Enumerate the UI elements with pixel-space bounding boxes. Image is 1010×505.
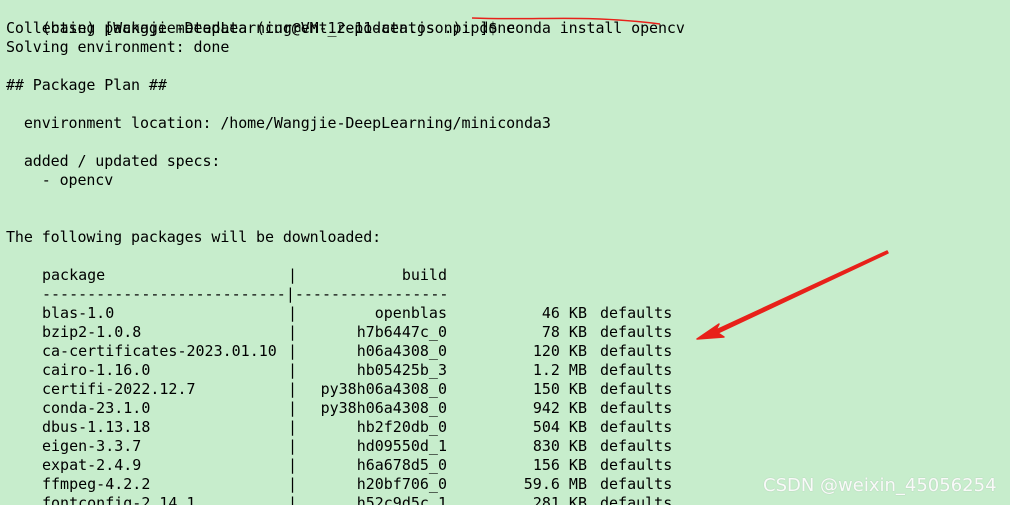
table-divider: ---------------------------|------------… [6, 285, 1006, 304]
package-name: blas-1.0 [42, 304, 115, 322]
column-separator: | [288, 304, 298, 322]
terminal-window[interactable]: (base) [Wangjie-DeepLearning@VM-12-11-ce… [6, 0, 1006, 505]
package-name: ffmpeg-4.2.2 [42, 475, 151, 493]
package-name: bzip2-1.0.8 [42, 323, 142, 341]
package-channel: defaults [600, 494, 673, 505]
package-channel: defaults [600, 323, 673, 341]
header-separator: | [288, 266, 298, 284]
package-build: hd09550d_1 [356, 437, 447, 455]
package-channel: defaults [600, 380, 673, 398]
package-name: fontconfig-2.14.1 [42, 494, 196, 505]
package-name: certifi-2022.12.7 [42, 380, 196, 398]
table-row: eigen-3.3.7 | hd09550d_1 830 KB defaults [6, 437, 1006, 456]
column-separator: | [288, 475, 298, 493]
package-name: eigen-3.3.7 [42, 437, 142, 455]
column-separator: | [288, 399, 298, 417]
table-header: package | build [6, 266, 1006, 285]
table-row: blas-1.0 | openblas 46 KB defaults [6, 304, 1006, 323]
package-size: 830 KB [532, 437, 587, 455]
output-line: added / updated specs: [6, 152, 221, 170]
package-build: h52c9d5c_1 [356, 494, 447, 505]
column-separator: | [288, 323, 298, 341]
divider-text: ---------------------------|------------… [42, 285, 449, 303]
package-name: expat-2.4.9 [42, 456, 142, 474]
package-channel: defaults [600, 418, 673, 436]
package-name: conda-23.1.0 [42, 399, 151, 417]
column-separator: | [288, 380, 298, 398]
package-channel: defaults [600, 437, 673, 455]
command-line: (base) [Wangjie-DeepLearning@VM-12-11-ce… [6, 0, 685, 37]
package-channel: defaults [600, 361, 673, 379]
package-build: h06a4308_0 [356, 342, 447, 360]
output-line: - opencv [6, 171, 114, 189]
package-size: 156 KB [532, 456, 587, 474]
package-channel: defaults [600, 304, 673, 322]
table-row: dbus-1.13.18 | hb2f20db_0 504 KB defaults [6, 418, 1006, 437]
output-line: environment location: /home/Wangjie-Deep… [6, 114, 551, 132]
output-line: Collecting package metadata (current_rep… [6, 19, 516, 37]
package-name: dbus-1.13.18 [42, 418, 151, 436]
package-build: hb05425b_3 [356, 361, 447, 379]
package-name: cairo-1.16.0 [42, 361, 151, 379]
watermark: CSDN @weixin_45056254 [763, 475, 997, 496]
package-size: 504 KB [532, 418, 587, 436]
package-size: 281 KB [532, 494, 587, 505]
package-channel: defaults [600, 399, 673, 417]
package-size: 46 KB [541, 304, 587, 322]
package-name: ca-certificates-2023.01.10 [42, 342, 277, 360]
package-size: 59.6 MB [523, 475, 587, 493]
package-size: 1.2 MB [532, 361, 587, 379]
output-line: The following packages will be downloade… [6, 228, 382, 246]
package-build: py38h06a4308_0 [320, 380, 447, 398]
package-size: 942 KB [532, 399, 587, 417]
package-build: py38h06a4308_0 [320, 399, 447, 417]
column-separator: | [288, 342, 298, 360]
package-build: h7b6447c_0 [356, 323, 447, 341]
header-package: package [42, 266, 106, 284]
package-size: 150 KB [532, 380, 587, 398]
table-row: cairo-1.16.0 | hb05425b_3 1.2 MB defaults [6, 361, 1006, 380]
output-line: ## Package Plan ## [6, 76, 167, 94]
output-line: Solving environment: done [6, 38, 230, 56]
package-build: h20bf706_0 [356, 475, 447, 493]
package-channel: defaults [600, 456, 673, 474]
package-build: h6a678d5_0 [356, 456, 447, 474]
package-channel: defaults [600, 475, 673, 493]
table-row: ca-certificates-2023.01.10 | h06a4308_0 120… [6, 342, 1006, 361]
column-separator: | [288, 437, 298, 455]
package-size: 78 KB [541, 323, 587, 341]
table-row: conda-23.1.0 | py38h06a4308_0 942 KB default… [6, 399, 1006, 418]
table-row: certifi-2022.12.7 | py38h06a4308_0 150 KB de… [6, 380, 1006, 399]
package-build: openblas [374, 304, 447, 322]
column-separator: | [288, 361, 298, 379]
column-separator: | [288, 494, 298, 505]
table-row: expat-2.4.9 | h6a678d5_0 156 KB defaults [6, 456, 1006, 475]
package-build: hb2f20db_0 [356, 418, 447, 436]
command-text: conda install opencv [506, 19, 685, 37]
column-separator: | [288, 418, 298, 436]
package-channel: defaults [600, 342, 673, 360]
package-size: 120 KB [532, 342, 587, 360]
table-row: bzip2-1.0.8 | h7b6447c_0 78 KB defaults [6, 323, 1006, 342]
column-separator: | [288, 456, 298, 474]
header-build: build [401, 266, 447, 284]
